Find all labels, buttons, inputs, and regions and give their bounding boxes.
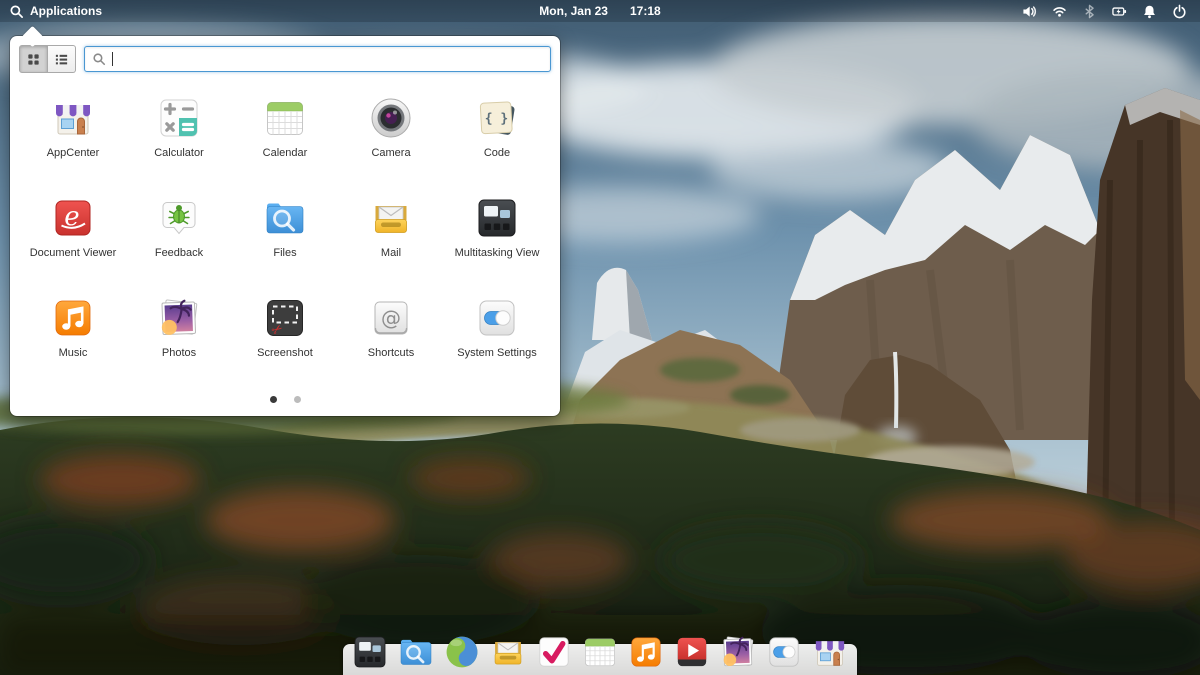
mail-icon: [367, 194, 415, 242]
list-view-icon: [54, 52, 69, 67]
desktop: { } e: [0, 0, 1200, 675]
app-label: Photos: [161, 347, 197, 359]
app-label: Screenshot: [257, 347, 313, 359]
grid-view-button[interactable]: [19, 45, 48, 73]
camera-icon: [367, 94, 415, 142]
page-dot-1[interactable]: [269, 396, 277, 403]
app-label: Multitasking View: [454, 247, 540, 259]
app-photos[interactable]: Photos: [126, 287, 232, 387]
search-icon: [92, 52, 106, 66]
panel-time: 17:18: [629, 4, 661, 18]
app-grid: AppCenter Calculator Calendar Camera Cod…: [10, 77, 560, 387]
dock-item-mail[interactable]: [488, 632, 528, 672]
applications-label: Applications: [30, 4, 103, 18]
app-appcenter[interactable]: AppCenter: [20, 87, 126, 187]
datetime-indicator[interactable]: Mon, Jan 23 17:18: [0, 4, 1200, 18]
app-label: Code: [483, 147, 511, 159]
dock-item-tasks[interactable]: [534, 632, 574, 672]
notifications-bell-icon[interactable]: [1142, 4, 1157, 19]
power-icon[interactable]: [1172, 4, 1187, 19]
appcenter-icon: [49, 94, 97, 142]
search-input[interactable]: [119, 52, 543, 66]
shortcuts-icon: [367, 294, 415, 342]
feedback-icon: [155, 194, 203, 242]
app-mail[interactable]: Mail: [338, 187, 444, 287]
app-calculator[interactable]: Calculator: [126, 87, 232, 187]
bluetooth-icon[interactable]: [1082, 4, 1097, 19]
app-files[interactable]: Files: [232, 187, 338, 287]
volume-icon[interactable]: [1022, 4, 1037, 19]
photos-icon: [155, 294, 203, 342]
top-panel: Applications Mon, Jan 23 17:18: [0, 0, 1200, 22]
list-view-button[interactable]: [48, 45, 76, 73]
app-label: Feedback: [154, 247, 204, 259]
applications-menu: AppCenter Calculator Calendar Camera Cod…: [10, 36, 560, 416]
app-music[interactable]: Music: [20, 287, 126, 387]
multitasking-view-icon: [473, 194, 521, 242]
app-system-settings[interactable]: System Settings: [444, 287, 550, 387]
dock-item-system-settings[interactable]: [764, 632, 804, 672]
app-feedback[interactable]: Feedback: [126, 187, 232, 287]
app-label: System Settings: [457, 347, 537, 359]
view-toggle: [19, 45, 76, 73]
battery-charging-icon[interactable]: [1112, 4, 1127, 19]
app-camera[interactable]: Camera: [338, 87, 444, 187]
app-label: Shortcuts: [367, 347, 415, 359]
app-label: Document Viewer: [29, 247, 117, 259]
dock: [343, 644, 857, 675]
dock-item-videos[interactable]: [672, 632, 712, 672]
document-viewer-icon: [49, 194, 97, 242]
page-dot-2[interactable]: [293, 396, 301, 403]
app-label: Camera: [371, 147, 411, 159]
app-label: AppCenter: [46, 147, 100, 159]
page-indicator: [10, 387, 560, 416]
applications-menu-button[interactable]: Applications: [0, 4, 102, 19]
calendar-icon: [261, 94, 309, 142]
app-code[interactable]: Code: [444, 87, 550, 187]
dock-item-calendar[interactable]: [580, 632, 620, 672]
dock-item-web[interactable]: [442, 632, 482, 672]
screenshot-icon: [261, 294, 309, 342]
search-icon: [9, 4, 24, 19]
dock-item-files[interactable]: [396, 632, 436, 672]
app-calendar[interactable]: Calendar: [232, 87, 338, 187]
text-caret: [112, 52, 113, 66]
dock-item-music[interactable]: [626, 632, 666, 672]
app-document-viewer[interactable]: Document Viewer: [20, 187, 126, 287]
grid-view-icon: [26, 52, 41, 67]
files-icon: [261, 194, 309, 242]
calculator-icon: [155, 94, 203, 142]
app-label: Music: [58, 347, 88, 359]
app-label: Calendar: [262, 147, 308, 159]
music-icon: [49, 294, 97, 342]
dock-item-multitasking-view[interactable]: [350, 632, 390, 672]
app-label: Files: [273, 247, 297, 259]
search-box: [84, 46, 551, 72]
panel-date: Mon, Jan 23: [539, 4, 608, 18]
app-label: Mail: [380, 247, 402, 259]
app-shortcuts[interactable]: Shortcuts: [338, 287, 444, 387]
wifi-icon[interactable]: [1052, 4, 1067, 19]
code-icon: [473, 94, 521, 142]
app-multitasking-view[interactable]: Multitasking View: [444, 187, 550, 287]
app-label: Calculator: [154, 147, 204, 159]
dock-item-photos[interactable]: [718, 632, 758, 672]
system-indicators: [1022, 4, 1200, 19]
dock-item-appcenter[interactable]: [810, 632, 850, 672]
system-settings-icon: [473, 294, 521, 342]
app-screenshot[interactable]: Screenshot: [232, 287, 338, 387]
menu-header: [10, 36, 560, 77]
